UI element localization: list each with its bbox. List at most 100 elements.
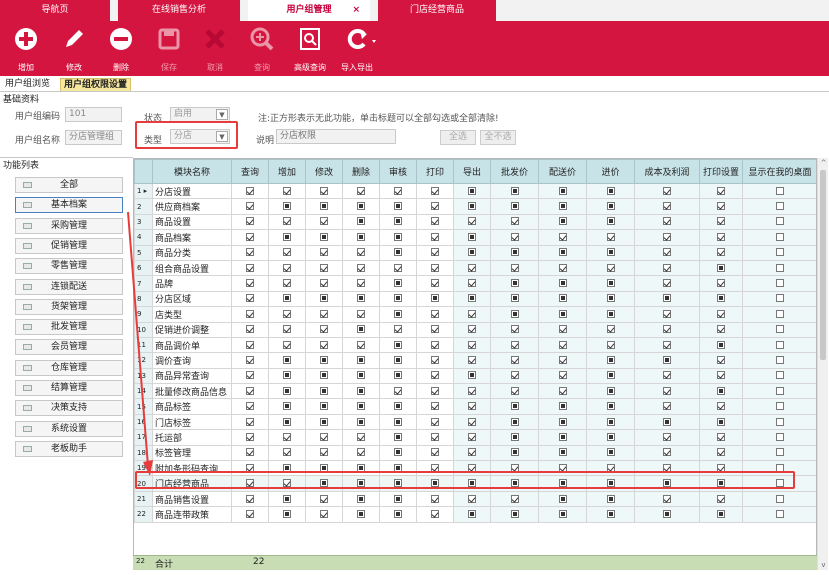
table-row[interactable]: 10 促销进价调整 <box>134 321 816 338</box>
checkbox[interactable] <box>394 186 402 195</box>
checkbox[interactable] <box>394 263 402 272</box>
checkbox[interactable] <box>606 309 615 318</box>
checkbox[interactable] <box>717 417 725 426</box>
checkbox[interactable] <box>776 509 784 518</box>
checkbox[interactable] <box>431 340 439 349</box>
checkbox[interactable] <box>320 325 328 334</box>
checkbox[interactable] <box>558 386 567 395</box>
cancel-button[interactable]: 取消 <box>201 26 229 74</box>
column-header[interactable]: 模块名称 <box>152 159 232 184</box>
checkbox[interactable] <box>663 309 671 318</box>
checkbox[interactable] <box>776 340 784 349</box>
checkbox[interactable] <box>558 402 567 411</box>
checkbox[interactable] <box>320 248 328 257</box>
checkbox[interactable] <box>558 248 567 257</box>
column-header[interactable]: 配送价 <box>538 159 587 184</box>
table-row[interactable]: 5 商品分类 <box>134 244 816 261</box>
module-item[interactable]: 会员管理 <box>15 339 123 356</box>
table-row[interactable]: 11 商品调价单 <box>134 336 816 354</box>
checkbox[interactable] <box>357 494 365 503</box>
checkbox[interactable] <box>468 355 476 364</box>
checkbox[interactable] <box>776 448 784 457</box>
checkbox[interactable] <box>394 340 402 349</box>
table-row[interactable]: 1 ▸ 分店设置 <box>134 182 816 200</box>
checkbox[interactable] <box>283 232 291 241</box>
checkbox[interactable] <box>558 432 567 441</box>
checkbox[interactable] <box>246 202 254 211</box>
checkbox[interactable] <box>431 432 439 441</box>
checkbox[interactable] <box>510 386 519 395</box>
column-header[interactable]: 查询 <box>231 159 269 184</box>
table-row[interactable]: 17 托运部 <box>134 429 816 446</box>
checkbox[interactable] <box>357 340 365 349</box>
checkbox[interactable] <box>394 294 402 303</box>
checkbox[interactable] <box>717 494 725 503</box>
table-row[interactable]: 8 分店区域 <box>134 290 816 308</box>
checkbox[interactable] <box>717 279 725 288</box>
checkbox[interactable] <box>283 509 291 518</box>
status-select[interactable]: 启用 ▼ <box>170 107 230 122</box>
table-row[interactable]: 14 批量修改商品信息 <box>134 383 816 400</box>
checkbox[interactable] <box>663 340 671 349</box>
checkbox[interactable] <box>558 417 567 426</box>
checkbox[interactable] <box>663 279 671 288</box>
column-header[interactable]: 显示在我的桌面 <box>742 159 816 184</box>
checkbox[interactable] <box>776 309 784 318</box>
checkbox[interactable] <box>357 263 365 272</box>
tab-permission-settings[interactable]: 用户组权限设置 <box>60 78 132 91</box>
checkbox[interactable] <box>283 186 291 195</box>
checkbox[interactable] <box>717 325 725 334</box>
checkbox[interactable] <box>283 402 291 411</box>
checkbox[interactable] <box>717 202 725 211</box>
checkbox[interactable] <box>776 402 784 411</box>
edit-button[interactable]: 修改 <box>60 26 88 74</box>
checkbox[interactable] <box>394 325 402 334</box>
checkbox[interactable] <box>246 417 254 426</box>
checkbox[interactable] <box>510 509 519 518</box>
checkbox[interactable] <box>320 232 328 241</box>
checkbox[interactable] <box>717 294 725 303</box>
checkbox[interactable] <box>663 448 671 457</box>
checkbox[interactable] <box>246 371 254 380</box>
tab-store-goods[interactable]: 门店经营商品 <box>378 0 496 21</box>
table-row[interactable]: 21 商品销售设置 <box>134 490 816 508</box>
checkbox[interactable] <box>394 386 402 395</box>
column-header[interactable]: 导出 <box>453 159 491 184</box>
column-header[interactable]: 审核 <box>379 159 417 184</box>
checkbox[interactable] <box>468 340 476 349</box>
checkbox[interactable] <box>283 309 291 318</box>
checkbox[interactable] <box>357 248 365 257</box>
checkbox[interactable] <box>394 279 402 288</box>
checkbox[interactable] <box>558 263 567 272</box>
checkbox[interactable] <box>320 309 328 318</box>
checkbox[interactable] <box>468 325 476 334</box>
checkbox[interactable] <box>776 232 784 241</box>
checkbox[interactable] <box>431 217 439 226</box>
checkbox[interactable] <box>663 386 671 395</box>
module-item[interactable]: 采购管理 <box>15 217 123 234</box>
checkbox[interactable] <box>246 186 254 195</box>
table-row[interactable]: 4 商品档案 <box>134 229 816 246</box>
checkbox[interactable] <box>717 248 725 257</box>
checkbox[interactable] <box>717 371 725 380</box>
checkbox[interactable] <box>717 186 725 195</box>
checkbox[interactable] <box>431 371 439 380</box>
checkbox[interactable] <box>394 217 402 226</box>
advanced-search-button[interactable]: 高级查询 <box>294 26 326 74</box>
checkbox[interactable] <box>283 432 291 441</box>
checkbox[interactable] <box>663 325 671 334</box>
checkbox[interactable] <box>246 448 254 457</box>
checkbox[interactable] <box>431 402 439 411</box>
checkbox[interactable] <box>663 263 671 272</box>
checkbox[interactable] <box>431 279 439 288</box>
checkbox[interactable] <box>357 509 365 518</box>
checkbox[interactable] <box>606 371 615 380</box>
checkbox[interactable] <box>468 402 476 411</box>
checkbox[interactable] <box>246 325 254 334</box>
checkbox[interactable] <box>394 432 402 441</box>
checkbox[interactable] <box>606 340 615 349</box>
checkbox[interactable] <box>776 263 784 272</box>
checkbox[interactable] <box>663 417 671 426</box>
checkbox[interactable] <box>468 186 476 195</box>
checkbox[interactable] <box>320 448 328 457</box>
